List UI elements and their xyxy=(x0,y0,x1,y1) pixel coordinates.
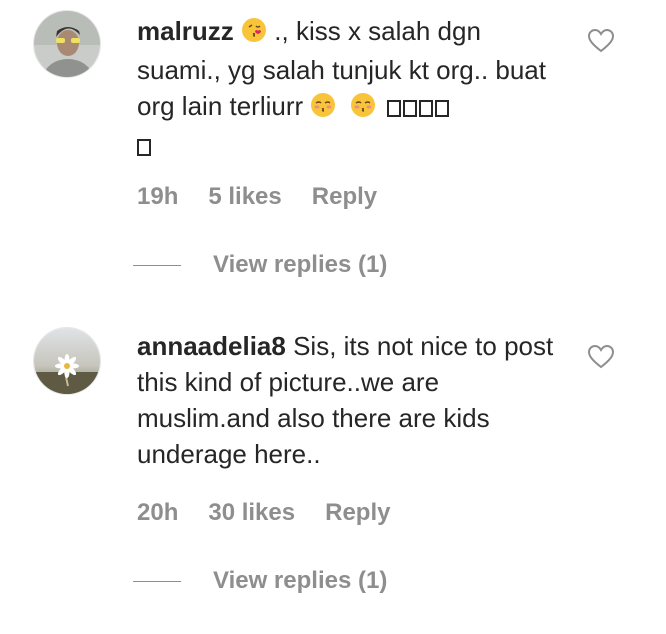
replies-divider xyxy=(133,581,181,582)
unrendered-glyph-boxes xyxy=(386,88,451,124)
kissing-closed-eyes-emoji-icon xyxy=(310,91,336,127)
comment-likes[interactable]: 30 likes xyxy=(208,499,295,526)
replies-divider xyxy=(133,265,181,266)
avatar[interactable] xyxy=(33,10,101,78)
comment-likes[interactable]: 5 likes xyxy=(208,183,281,210)
comment-username[interactable]: annaadelia8 xyxy=(137,331,286,361)
avatar-image xyxy=(34,328,100,394)
heart-outline-icon[interactable] xyxy=(587,344,615,369)
avatar-image xyxy=(34,11,100,77)
reply-button[interactable]: Reply xyxy=(325,499,390,526)
avatar[interactable] xyxy=(33,327,101,395)
view-replies-button[interactable]: View replies (1) xyxy=(213,567,387,595)
comment-timestamp[interactable]: 19h xyxy=(137,183,178,210)
comment-meta: 20h 30 likes Reply xyxy=(137,499,420,527)
reply-button[interactable]: Reply xyxy=(312,183,377,210)
comment-timestamp[interactable]: 20h xyxy=(137,499,178,526)
comment-meta: 19h 5 likes Reply xyxy=(137,183,407,211)
kissing-closed-eyes-emoji-icon xyxy=(350,91,376,127)
comment-text: annaadelia8 Sis, its not nice to post th… xyxy=(137,328,557,472)
comment-username[interactable]: malruzz xyxy=(137,16,234,46)
comment-text: malruzz ., kiss x salah dgn suami., yg s… xyxy=(137,13,557,163)
kiss-face-emoji-icon xyxy=(241,16,267,52)
heart-outline-icon[interactable] xyxy=(587,28,615,53)
unrendered-glyph-box xyxy=(137,139,151,156)
view-replies-button[interactable]: View replies (1) xyxy=(213,251,387,279)
